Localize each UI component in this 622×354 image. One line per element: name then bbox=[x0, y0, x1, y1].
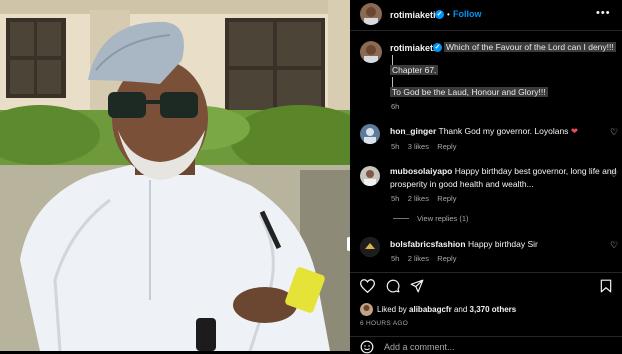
heart-small-icon[interactable]: ♡ bbox=[610, 169, 618, 180]
comment-text: Happy birthday best governor, long life … bbox=[454, 166, 617, 176]
comment-text: Happy birthday Sir bbox=[467, 239, 538, 249]
comment-text: Thank God my governor. Loyolans bbox=[438, 126, 569, 136]
caption-line-1: Which of the Favour of the Lord can I de… bbox=[444, 42, 616, 52]
comment-username[interactable]: hon_ginger bbox=[390, 126, 436, 136]
comment-time: 5h bbox=[391, 142, 400, 151]
heart-emoji: ❤ bbox=[570, 126, 578, 136]
add-comment-bar bbox=[350, 336, 622, 354]
post-photo[interactable] bbox=[0, 0, 350, 351]
comment-icon[interactable] bbox=[386, 279, 400, 293]
liked-by-and: and bbox=[453, 305, 468, 314]
reply-button[interactable]: Reply bbox=[437, 142, 456, 151]
comment-meta: 5h 2 likes Reply bbox=[391, 194, 456, 203]
caption-line-3: To God be the Laud, Honour and Glory!!! bbox=[390, 87, 548, 97]
comment-likes[interactable]: 2 likes bbox=[408, 254, 429, 263]
more-options-icon[interactable]: ••• bbox=[596, 7, 611, 19]
comment-meta: 5h 3 likes Reply bbox=[391, 142, 456, 151]
caption-verified-icon: ✓ bbox=[433, 43, 442, 52]
post-panel: rotimiaketi ✓ • Follow ••• rotimiaketi ✓… bbox=[350, 0, 622, 354]
comment-avatar[interactable] bbox=[360, 124, 380, 144]
liked-by-text: Liked by alibabagcfr and 3,370 others bbox=[377, 305, 516, 314]
liked-by-prefix: Liked by bbox=[377, 305, 407, 314]
comment-likes[interactable]: 3 likes bbox=[408, 142, 429, 151]
post-header: rotimiaketi ✓ • Follow ••• bbox=[350, 0, 622, 31]
post-actions bbox=[350, 272, 622, 299]
heart-small-icon[interactable]: ♡ bbox=[610, 240, 618, 251]
reply-button[interactable]: Reply bbox=[437, 194, 456, 203]
header-separator: • bbox=[447, 10, 450, 19]
comment-time: 5h bbox=[391, 194, 400, 203]
comment-text-continued: prosperity in good health and wealth... bbox=[390, 179, 534, 189]
caption-selection-mark bbox=[392, 77, 393, 87]
comment-meta: 5h 2 likes Reply bbox=[391, 254, 456, 263]
author-avatar[interactable] bbox=[360, 3, 382, 25]
share-icon[interactable] bbox=[410, 279, 424, 293]
add-comment-input[interactable] bbox=[382, 341, 586, 353]
caption-username[interactable]: rotimiaketi bbox=[390, 43, 436, 53]
comment-time: 5h bbox=[391, 254, 400, 263]
comment-username[interactable]: bolsfabricsfashion bbox=[390, 239, 466, 249]
reply-button[interactable]: Reply bbox=[437, 254, 456, 263]
verified-icon: ✓ bbox=[435, 10, 444, 19]
post-image bbox=[0, 0, 350, 351]
caption-line-2: Chapter 67. bbox=[390, 65, 439, 75]
post-time-ago: 6 HOURS AGO bbox=[360, 320, 409, 327]
follow-button[interactable]: Follow bbox=[453, 9, 482, 19]
comment-1: hon_ginger Thank God my governor. Loyola… bbox=[390, 125, 620, 138]
caption-time: 6h bbox=[391, 102, 400, 111]
likes-count[interactable]: 3,370 others bbox=[470, 305, 517, 314]
comment-likes[interactable]: 2 likes bbox=[408, 194, 429, 203]
view-replies-button[interactable]: View replies (1) bbox=[417, 214, 469, 223]
liked-by-user[interactable]: alibabagcfr bbox=[409, 305, 452, 314]
caption-selection-mark bbox=[392, 55, 393, 65]
caption-avatar[interactable] bbox=[360, 41, 382, 63]
view-replies-line bbox=[393, 218, 409, 219]
liked-by-avatar[interactable] bbox=[360, 303, 373, 316]
comment-3: bolsfabricsfashion Happy birthday Sir bbox=[390, 238, 620, 251]
save-icon[interactable] bbox=[600, 279, 612, 293]
comment-avatar[interactable] bbox=[360, 237, 380, 257]
comment-avatar[interactable] bbox=[360, 166, 380, 186]
comment-2: mubosolaiyapo Happy birthday best govern… bbox=[390, 165, 618, 191]
author-username[interactable]: rotimiaketi bbox=[390, 10, 436, 20]
heart-small-icon[interactable]: ♡ bbox=[610, 127, 618, 138]
emoji-icon[interactable] bbox=[360, 340, 374, 354]
like-icon[interactable] bbox=[360, 279, 375, 293]
comment-username[interactable]: mubosolaiyapo bbox=[390, 166, 452, 176]
